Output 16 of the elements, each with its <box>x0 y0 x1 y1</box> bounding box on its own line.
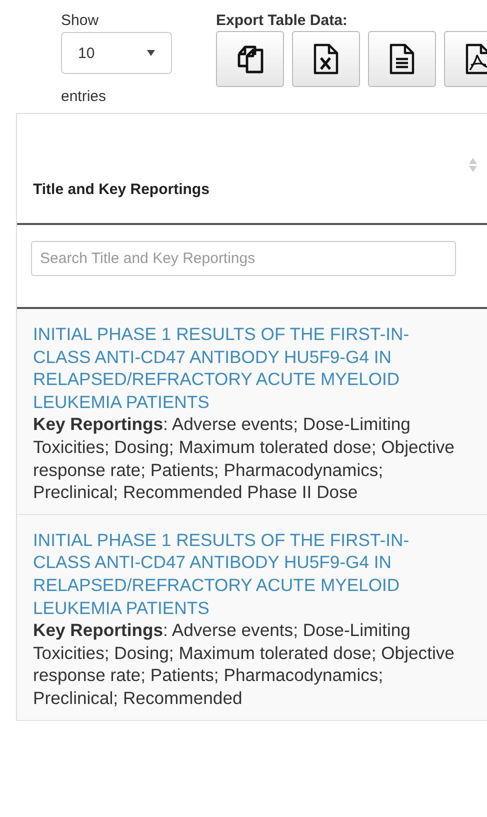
csv-export-button[interactable] <box>368 31 436 87</box>
copy-icon <box>235 44 265 74</box>
column-header[interactable]: Title and Key Reportings <box>33 181 210 198</box>
key-reportings-text: Key Reportings: Adverse events; Dose-Limiting Toxicities; Dosing; Maximum tolerated dose; Objective response rate; Patients; Pharmacodynamics; Preclinical; Recommended Phase II Dose <box>33 413 456 504</box>
caret-icon <box>147 50 155 56</box>
pdf-file-icon <box>465 43 487 75</box>
document-icon <box>389 43 415 75</box>
show-label: Show <box>61 12 100 29</box>
excel-export-button[interactable] <box>292 31 360 87</box>
key-reportings-text: Key Reportings: Adverse events; Dose-Limiting Toxicities; Dosing; Maximum tolerated dose; Objective response rate; Patients; Pharmacodynamics; Preclinical; Recommended <box>33 619 456 710</box>
search-field[interactable]: Search Title and Key Reportings <box>31 241 456 276</box>
excel-file-icon <box>313 43 339 75</box>
export-label: Export Table Data: <box>216 12 348 29</box>
entries-select[interactable]: 10 <box>61 32 172 74</box>
copy-button[interactable] <box>216 31 284 87</box>
entries-label: entries <box>61 88 108 105</box>
